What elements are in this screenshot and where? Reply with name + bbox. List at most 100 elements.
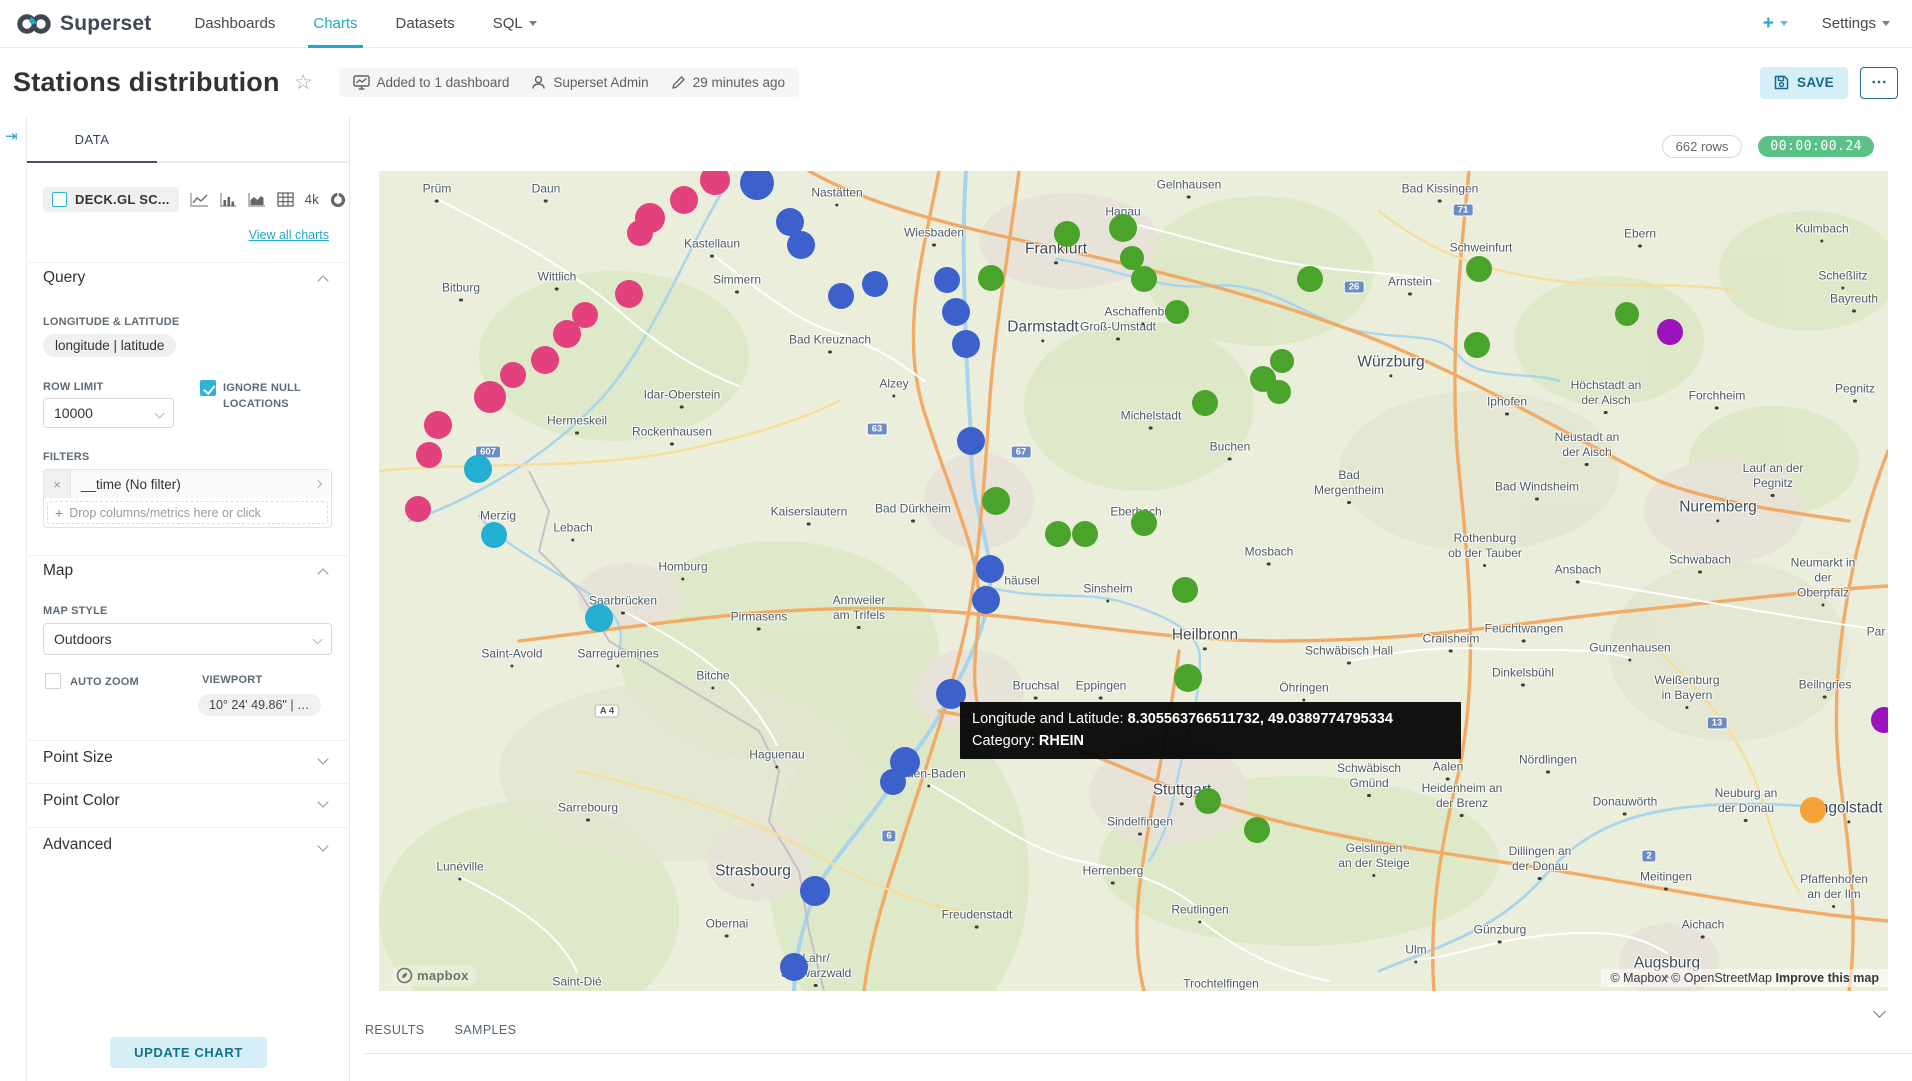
viz-type-4k[interactable]: 4k [305, 192, 319, 207]
nav-item-sql[interactable]: SQL [474, 0, 556, 48]
filter-drop-zone[interactable]: + Drop columns/metrics here or click [47, 501, 328, 524]
line-chart-icon[interactable] [190, 192, 209, 207]
station-point-pink[interactable] [405, 496, 431, 522]
station-point-pink[interactable] [424, 411, 452, 439]
view-all-charts-link[interactable]: View all charts [249, 228, 329, 242]
station-point-orange[interactable] [1800, 797, 1826, 823]
chevron-up-icon[interactable] [317, 275, 328, 286]
station-point-blue[interactable] [957, 427, 985, 455]
station-point-green[interactable] [1045, 521, 1071, 547]
station-point-pink[interactable] [670, 186, 698, 214]
nav-item-dashboards[interactable]: Dashboards [175, 0, 294, 48]
dashboard-count-badge[interactable]: Added to 1 dashboard [353, 75, 510, 90]
mapbox-attribution-link[interactable]: © Mapbox [1610, 971, 1667, 985]
station-point-blue[interactable] [976, 555, 1004, 583]
more-options-button[interactable]: ⋯ [1860, 67, 1898, 99]
station-point-green[interactable] [1072, 521, 1098, 547]
new-item-button[interactable]: + [1763, 13, 1788, 35]
station-point-green[interactable] [1192, 390, 1218, 416]
improve-map-link[interactable]: Improve this map [1776, 971, 1880, 985]
superset-logo[interactable]: Superset [16, 10, 151, 38]
map-style-select[interactable]: Outdoors [43, 623, 332, 655]
station-point-green[interactable] [1109, 214, 1137, 242]
last-modified-badge[interactable]: 29 minutes ago [671, 75, 785, 90]
save-button[interactable]: SAVE [1760, 67, 1848, 99]
owner-badge[interactable]: Superset Admin [531, 75, 648, 90]
station-point-blue[interactable] [862, 271, 888, 297]
section-point-size[interactable]: Point Size [43, 749, 113, 767]
station-point-green[interactable] [1172, 577, 1198, 603]
remove-filter-icon[interactable]: × [44, 470, 71, 498]
auto-zoom-checkbox[interactable] [45, 673, 61, 689]
station-point-blue[interactable] [972, 586, 1000, 614]
station-point-blue[interactable] [952, 330, 980, 358]
station-point-green[interactable] [1244, 817, 1270, 843]
mapbox-logo[interactable]: mapbox [392, 965, 477, 986]
section-point-color[interactable]: Point Color [43, 792, 120, 810]
deckgl-map[interactable]: PrümDaunNastättenGelnhausenBad Kissingen… [379, 171, 1888, 991]
station-point-green[interactable] [1297, 266, 1323, 292]
settings-menu[interactable]: Settings [1822, 15, 1890, 32]
donut-chart-icon[interactable] [330, 192, 346, 208]
filter-item[interactable]: × __time (No filter) [44, 470, 331, 498]
section-advanced[interactable]: Advanced [43, 836, 112, 854]
nav-item-charts[interactable]: Charts [294, 0, 376, 48]
tab-data[interactable]: DATA [27, 117, 157, 163]
favorite-star-icon[interactable]: ☆ [294, 70, 313, 95]
station-point-green[interactable] [1131, 510, 1157, 536]
station-point-blue[interactable] [800, 876, 830, 906]
area-chart-icon[interactable] [248, 192, 266, 207]
chevron-down-icon[interactable] [317, 796, 328, 807]
expand-panel-icon[interactable]: ⇥ [5, 127, 18, 145]
station-point-green[interactable] [1195, 788, 1221, 814]
update-chart-button[interactable]: UPDATE CHART [110, 1037, 267, 1068]
results-tab-results[interactable]: RESULTS [365, 1023, 425, 1047]
station-point-blue[interactable] [942, 298, 970, 326]
bar-chart-icon[interactable] [220, 192, 237, 207]
nav-item-label: Dashboards [194, 15, 275, 32]
station-point-green[interactable] [1270, 349, 1294, 373]
results-tab-samples[interactable]: SAMPLES [455, 1023, 517, 1047]
station-point-pink[interactable] [615, 280, 643, 308]
station-point-green[interactable] [1131, 266, 1157, 292]
map-section-title[interactable]: Map [43, 562, 73, 580]
viz-type-selected[interactable]: DECK.GL SC... [43, 187, 179, 212]
ignore-null-checkbox[interactable] [200, 380, 216, 396]
osm-attribution-link[interactable]: © OpenStreetMap [1671, 971, 1772, 985]
station-point-green[interactable] [978, 265, 1004, 291]
station-point-blue[interactable] [828, 283, 854, 309]
station-point-cyan[interactable] [464, 455, 492, 483]
nav-item-datasets[interactable]: Datasets [377, 0, 474, 48]
station-point-cyan[interactable] [481, 522, 507, 548]
station-point-green[interactable] [1174, 664, 1202, 692]
table-icon[interactable] [277, 192, 294, 207]
chevron-up-icon[interactable] [317, 568, 328, 579]
chevron-down-icon[interactable] [317, 840, 328, 851]
pencil-icon [671, 75, 686, 90]
chevron-down-icon[interactable] [317, 753, 328, 764]
station-point-blue[interactable] [787, 231, 815, 259]
station-point-pink[interactable] [627, 220, 653, 246]
station-point-green[interactable] [982, 487, 1010, 515]
station-point-blue[interactable] [780, 953, 808, 981]
station-point-green[interactable] [1464, 332, 1490, 358]
station-point-purple[interactable] [1657, 319, 1683, 345]
station-point-green[interactable] [1054, 221, 1080, 247]
station-point-green[interactable] [1466, 256, 1492, 282]
station-point-green[interactable] [1165, 300, 1189, 324]
station-point-cyan[interactable] [585, 604, 613, 632]
collapse-results-button[interactable] [1875, 1003, 1884, 1021]
station-point-green[interactable] [1615, 302, 1639, 326]
row-limit-select[interactable]: 10000 [43, 398, 174, 428]
viewport-value[interactable]: 10° 24' 49.86" | … [198, 694, 321, 716]
station-point-pink[interactable] [474, 381, 506, 413]
query-section-title[interactable]: Query [43, 269, 85, 287]
station-point-pink[interactable] [531, 346, 559, 374]
station-point-blue[interactable] [880, 769, 906, 795]
station-point-pink[interactable] [553, 320, 581, 348]
station-point-green[interactable] [1267, 380, 1291, 404]
lonlat-chip[interactable]: longitude | latitude [43, 334, 176, 357]
station-point-pink[interactable] [500, 362, 526, 388]
station-point-pink[interactable] [416, 442, 442, 468]
station-point-blue[interactable] [934, 267, 960, 293]
